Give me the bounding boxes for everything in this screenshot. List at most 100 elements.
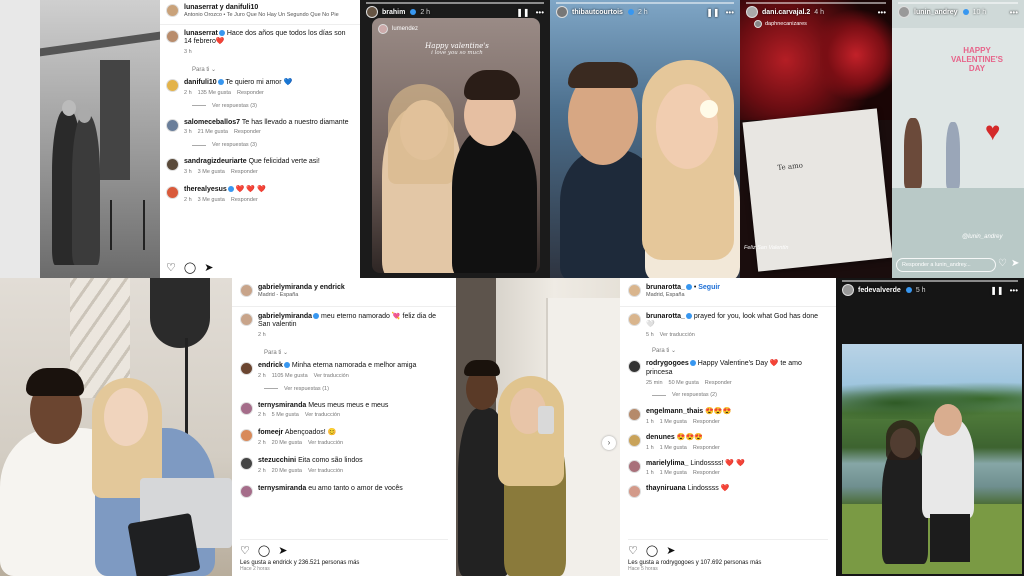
more-icon[interactable]: ••• — [726, 8, 734, 17]
translate-button[interactable]: Ver traducción — [305, 412, 340, 418]
comment-likes[interactable]: 135 Me gusta — [198, 90, 231, 96]
translate-button[interactable]: Ver traducción — [314, 373, 349, 379]
story-fedevalverde[interactable]: fedevalverde 5 h ❚❚ ••• — [836, 278, 1024, 576]
comment-user[interactable]: endrick — [258, 362, 283, 369]
comment-icon[interactable]: ◯ — [646, 544, 658, 557]
more-icon[interactable]: ••• — [1010, 286, 1018, 295]
avatar[interactable] — [240, 484, 253, 498]
comment-user[interactable]: therealyesus — [184, 186, 227, 193]
comment-likes[interactable]: 20 Me gusta — [272, 468, 302, 474]
avatar[interactable] — [166, 185, 179, 199]
story-thibautcourtois[interactable]: thibautcourtois 2 h ❚❚ ••• — [550, 0, 740, 278]
avatar[interactable] — [240, 312, 253, 326]
reply-button[interactable]: Responder — [693, 445, 720, 451]
view-replies[interactable]: Ver respuestas (1) — [264, 386, 448, 392]
caption-user[interactable]: gabrielymiranda — [258, 313, 312, 320]
heart-icon[interactable]: ♡ — [628, 544, 638, 557]
avatar[interactable] — [842, 284, 854, 296]
caption-user[interactable]: brunarotta_ — [646, 313, 685, 320]
avatar[interactable] — [628, 434, 641, 448]
pause-icon[interactable]: ❚❚ — [706, 8, 719, 17]
view-replies[interactable]: Ver respuestas (3) — [192, 103, 354, 109]
header-users[interactable]: lunaserrat y danifuli10 — [184, 4, 339, 12]
header-user[interactable]: brunarotta_ — [646, 284, 685, 291]
share-icon[interactable]: ➤ — [204, 261, 213, 274]
avatar[interactable] — [166, 118, 179, 132]
avatar[interactable] — [628, 408, 641, 422]
comment-icon[interactable]: ◯ — [258, 544, 270, 557]
comment-likes[interactable]: 1105 Me gusta — [272, 373, 308, 379]
reply-button[interactable]: Responder — [693, 470, 720, 476]
for-you-filter[interactable]: Para ti — [652, 348, 669, 354]
avatar[interactable] — [628, 312, 641, 326]
comment-user[interactable]: engelmann_thais — [646, 408, 703, 415]
follow-button[interactable]: Seguir — [698, 284, 720, 291]
story-user[interactable]: lunin_andrey — [914, 9, 958, 16]
story-user[interactable]: brahim — [382, 9, 405, 16]
comment-likes[interactable]: 50 Me gusta — [669, 380, 699, 386]
translate-button[interactable]: Ver traducción — [660, 332, 695, 338]
avatar[interactable] — [240, 429, 253, 443]
pause-icon[interactable]: ❚❚ — [516, 8, 529, 17]
share-icon[interactable]: ➤ — [1011, 258, 1019, 269]
tagged-user[interactable]: daphnecanizares — [765, 21, 807, 27]
caption-user[interactable]: lunaserrat — [184, 30, 218, 37]
avatar[interactable] — [628, 459, 641, 473]
location[interactable]: Madrid, España — [646, 292, 720, 298]
story-carvajal[interactable]: dani.carvajal.2 4 h ••• daphnecanizares … — [740, 0, 892, 278]
share-icon[interactable]: ➤ — [666, 544, 675, 557]
avatar[interactable] — [556, 6, 568, 18]
heart-icon[interactable]: ♡ — [998, 258, 1007, 269]
story-lunin[interactable]: lunin_andrey 10 h ••• HAPPY VALENTINE'S … — [892, 0, 1024, 278]
reply-button[interactable]: Responder — [705, 380, 732, 386]
avatar[interactable] — [366, 6, 378, 18]
tagged-user[interactable]: @lunin_andrey — [962, 234, 1002, 240]
avatar[interactable] — [166, 79, 179, 93]
heart-icon[interactable]: ♡ — [166, 261, 176, 274]
comment-user[interactable]: denunes — [646, 434, 675, 441]
story-brahim[interactable]: brahim 2 h ❚❚ ••• lumendez Happy valentin… — [360, 0, 550, 278]
reply-input[interactable]: Responder a lunin_andrey... — [896, 258, 996, 272]
avatar[interactable] — [628, 485, 641, 499]
avatar[interactable] — [240, 456, 253, 470]
comment-user[interactable]: danifuli10 — [184, 79, 217, 86]
story-user[interactable]: dani.carvajal.2 — [762, 9, 810, 16]
header-users[interactable]: gabrielymiranda y endrick — [258, 284, 345, 292]
heart-icon[interactable]: ♡ — [240, 544, 250, 557]
comment-user[interactable]: ternysmiranda — [258, 402, 306, 409]
comment-user[interactable]: thayniruana — [646, 485, 686, 492]
comment-likes[interactable]: 1 Me gusta — [660, 445, 687, 451]
comment-user[interactable]: stezucchini — [258, 457, 296, 464]
comment-icon[interactable]: ◯ — [184, 261, 196, 274]
story-user[interactable]: thibautcourtois — [572, 9, 623, 16]
comment-user[interactable]: fomeejr — [258, 429, 283, 436]
next-arrow-icon[interactable]: › — [602, 436, 616, 450]
more-icon[interactable]: ••• — [878, 8, 886, 17]
translate-button[interactable]: Ver traducción — [308, 440, 343, 446]
avatar[interactable] — [240, 284, 253, 298]
translate-button[interactable]: Ver traducción — [308, 468, 343, 474]
comment-likes[interactable]: 5 Me gusta — [272, 412, 299, 418]
header-song[interactable]: Antonio Orozco • Te Juro Que No Hay Un S… — [184, 12, 339, 18]
story-user[interactable]: fedevalverde — [858, 287, 901, 294]
reply-button[interactable]: Responder — [693, 419, 720, 425]
for-you-filter[interactable]: Para ti — [192, 67, 209, 73]
avatar[interactable] — [166, 29, 179, 43]
reply-button[interactable]: Responder — [231, 169, 258, 175]
comment-likes[interactable]: 21 Me gusta — [198, 129, 228, 135]
comment-user[interactable]: marielylima_ — [646, 460, 688, 467]
comment-likes[interactable]: 3 Me gusta — [198, 197, 225, 203]
avatar[interactable] — [746, 6, 758, 18]
comment-user[interactable]: salomeceballos7 — [184, 119, 240, 126]
avatar[interactable] — [628, 360, 641, 374]
more-icon[interactable]: ••• — [1010, 8, 1018, 17]
avatar[interactable] — [240, 401, 253, 415]
reply-button[interactable]: Responder — [237, 90, 264, 96]
avatar[interactable] — [240, 362, 253, 376]
more-icon[interactable]: ••• — [536, 8, 544, 17]
comment-user[interactable]: ternysmiranda — [258, 485, 306, 492]
for-you-filter[interactable]: Para ti — [264, 350, 281, 356]
pause-icon[interactable]: ❚❚ — [990, 286, 1003, 295]
avatar[interactable] — [166, 158, 179, 172]
reply-button[interactable]: Responder — [231, 197, 258, 203]
